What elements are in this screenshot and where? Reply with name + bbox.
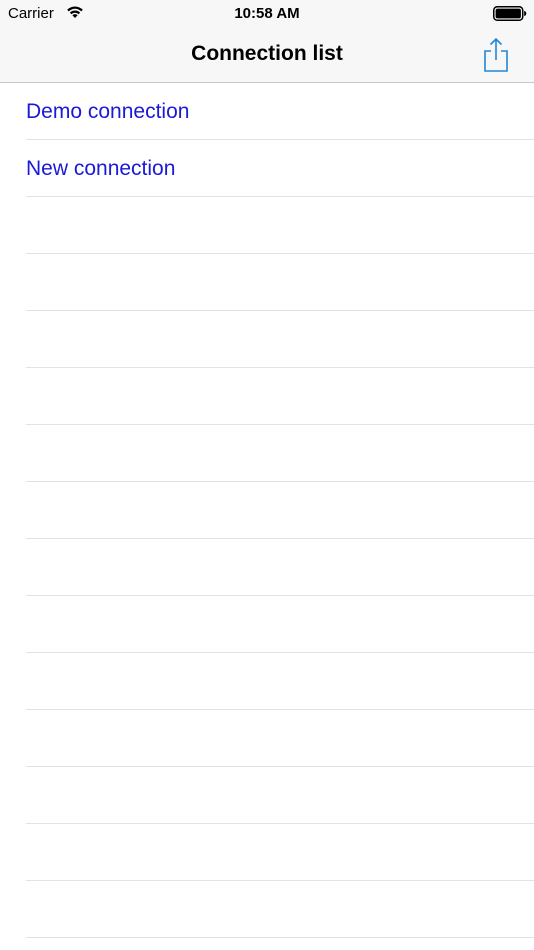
connection-label: New connection (26, 157, 176, 180)
empty-row (26, 197, 534, 254)
empty-row (26, 653, 534, 710)
empty-row (26, 482, 534, 539)
empty-row (26, 824, 534, 881)
connection-row-new[interactable]: New connection (26, 140, 534, 197)
status-time: 10:58 AM (234, 5, 300, 22)
status-bar: Carrier 10:58 AM (0, 0, 534, 28)
navigation-bar: Connection list (0, 28, 534, 83)
empty-row (26, 425, 534, 482)
share-button[interactable] (478, 34, 514, 76)
page-title: Connection list (191, 42, 343, 65)
empty-row (26, 254, 534, 311)
empty-row (26, 596, 534, 653)
empty-row (26, 311, 534, 368)
empty-row (26, 539, 534, 596)
empty-row (26, 368, 534, 425)
battery-icon (493, 6, 527, 21)
empty-row (26, 767, 534, 824)
empty-row (26, 710, 534, 767)
connection-row-demo[interactable]: Demo connection (26, 83, 534, 140)
share-icon (484, 37, 508, 72)
connection-list: Demo connection New connection (0, 83, 534, 950)
connection-label: Demo connection (26, 100, 190, 123)
empty-row (26, 881, 534, 938)
